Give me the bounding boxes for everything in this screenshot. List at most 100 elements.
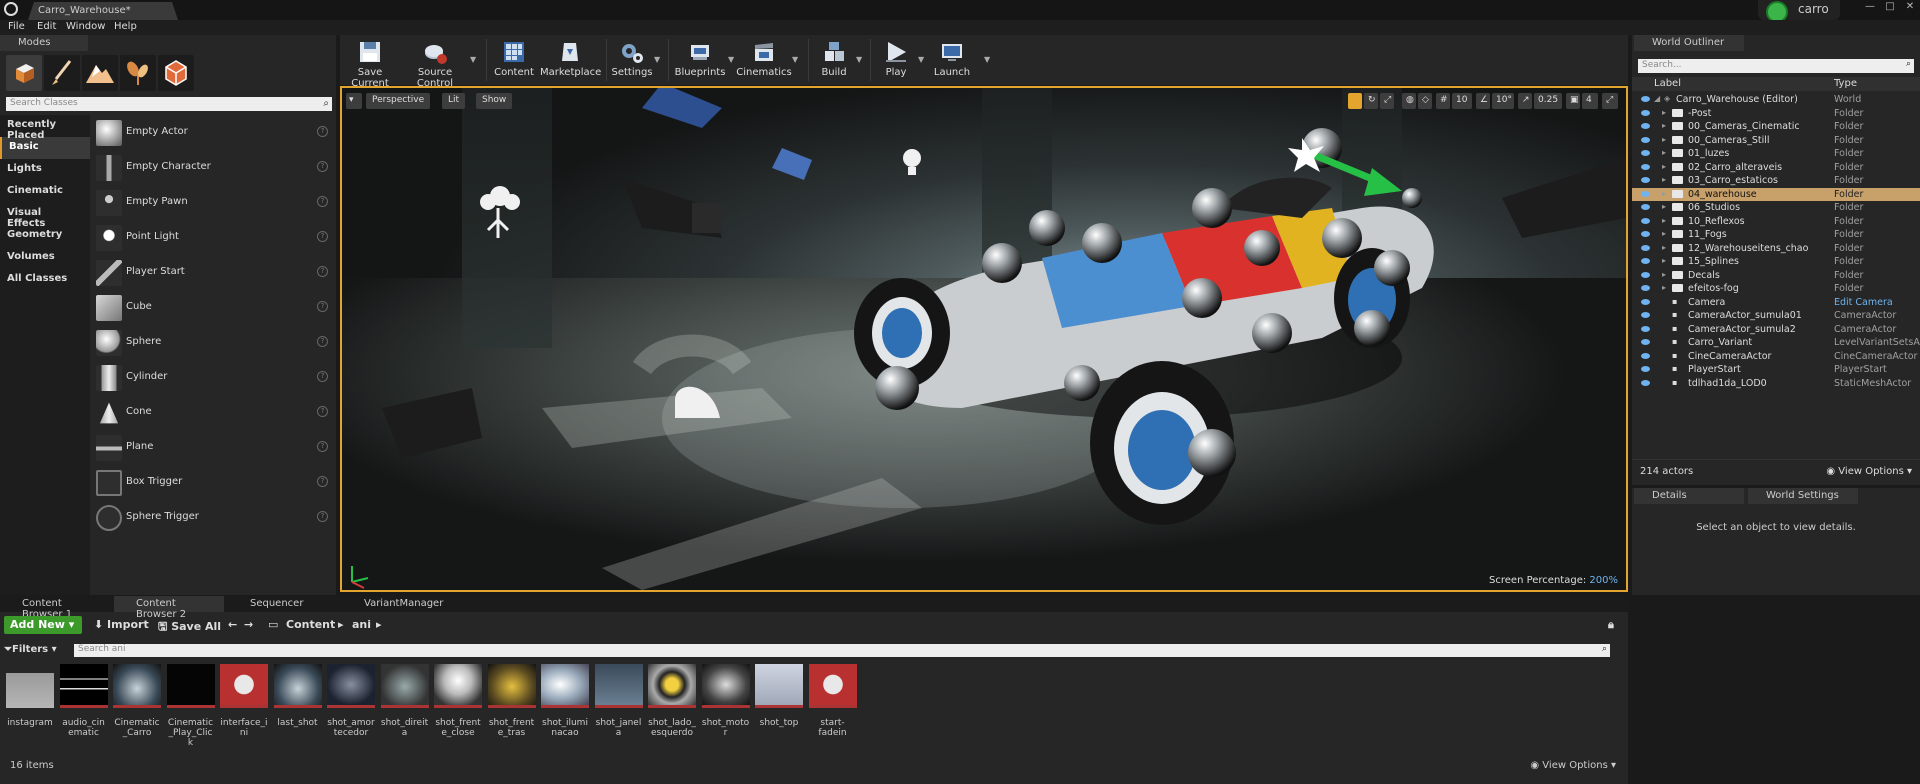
asset-tile[interactable]: shot_frente_close [434, 664, 482, 738]
outliner-view-options-button[interactable]: ◉ View Options ▾ [1826, 466, 1912, 477]
help-icon[interactable]: ? [317, 336, 328, 347]
asset-tile[interactable]: last_shot [273, 664, 322, 728]
actor-item-empty-actor[interactable]: Empty Actor ? [92, 115, 332, 150]
outliner-row[interactable]: ▪ tdlhad1da_LOD0 StaticMeshActor [1632, 377, 1920, 391]
expand-arrow-icon[interactable]: ▸ [1662, 270, 1666, 279]
rotation-snap-value[interactable]: 10° [1492, 93, 1514, 109]
actor-item-sphere-trigger[interactable]: Sphere Trigger ? [92, 500, 332, 535]
visibility-eye-icon[interactable] [1641, 352, 1650, 359]
asset-tile[interactable]: shot_direita [380, 664, 429, 738]
chevron-down-icon[interactable]: ▼ [792, 55, 798, 64]
help-icon[interactable]: ? [317, 231, 328, 242]
lock-icon[interactable]: 🔒︎ [1608, 618, 1614, 632]
rotation-snap-icon[interactable]: ∠ [1476, 93, 1490, 109]
visibility-eye-icon[interactable] [1641, 217, 1650, 224]
save-current-button[interactable]: Save Current [344, 35, 396, 89]
asset-tile[interactable]: instagram [6, 664, 54, 728]
expand-arrow-icon[interactable]: ▸ [1662, 162, 1666, 171]
help-icon[interactable]: ? [317, 511, 328, 522]
visibility-eye-icon[interactable] [1641, 244, 1650, 251]
outliner-row[interactable]: ▸ -Post Folder [1632, 107, 1920, 121]
actor-item-empty-character[interactable]: Empty Character ? [92, 150, 332, 185]
outliner-row[interactable]: ▸ 03_Carro_estaticos Folder [1632, 174, 1920, 188]
visibility-eye-icon[interactable] [1641, 379, 1650, 386]
expand-arrow-icon[interactable]: ▸ [1662, 108, 1666, 117]
chevron-down-icon[interactable]: ▼ [856, 55, 862, 64]
scale-tool-icon[interactable]: ⤢ [1380, 93, 1394, 109]
asset-tile[interactable]: shot_janela [594, 664, 643, 738]
maximize-viewport-icon[interactable]: ⤢ [1602, 93, 1618, 109]
outliner-row[interactable]: ▸ 04_warehouse Folder [1632, 187, 1920, 201]
grid-snap-icon[interactable]: # [1436, 93, 1450, 109]
expand-arrow-icon[interactable]: ▸ [1662, 202, 1666, 211]
menu-window[interactable]: Window [66, 21, 105, 32]
translate-tool-icon[interactable] [1348, 93, 1362, 109]
chevron-down-icon[interactable]: ▼ [654, 55, 660, 64]
expand-arrow-icon[interactable]: ▸ [1662, 243, 1666, 252]
asset-tile[interactable]: interface_ini [220, 664, 268, 738]
outliner-row[interactable]: ▪ CameraActor_sumula2 CameraActor [1632, 323, 1920, 337]
outliner-search-input[interactable]: Search... ⌕ [1638, 59, 1914, 73]
outliner-row[interactable]: ▪ PlayerStart PlayerStart [1632, 363, 1920, 377]
expand-arrow-icon[interactable]: ▸ [1662, 229, 1666, 238]
details-tab[interactable]: Details [1634, 488, 1744, 504]
asset-tile[interactable]: shot_frente_tras [487, 664, 536, 738]
chevron-down-icon[interactable]: ▼ [470, 55, 476, 64]
scale-snap-value[interactable]: 0.25 [1534, 93, 1562, 109]
tab-content-browser-2[interactable]: Content Browser 2 [114, 596, 224, 620]
outliner-row[interactable]: ▪ CameraActor_sumula01 CameraActor [1632, 309, 1920, 323]
source-control-button[interactable]: Source Control [402, 35, 468, 89]
outliner-row[interactable]: ▪ CineCameraActor CineCameraActor [1632, 350, 1920, 364]
edit-camera-link[interactable]: Edit Camera [1834, 297, 1893, 308]
search-classes-input[interactable]: Search Classes ⌕ [6, 97, 332, 111]
back-arrow-icon[interactable]: ← [228, 618, 237, 631]
menu-edit[interactable]: Edit [37, 21, 56, 32]
content-view-options-button[interactable]: ◉ View Options ▾ [1530, 760, 1616, 771]
asset-tile[interactable]: Cinematic_Carro [113, 664, 161, 738]
expand-arrow-icon[interactable]: ▸ [1662, 189, 1666, 198]
play-button[interactable]: Play [876, 35, 916, 85]
help-icon[interactable]: ? [317, 161, 328, 172]
chevron-down-icon[interactable]: ▼ [984, 55, 990, 64]
outliner-row[interactable]: ▸ 11_Fogs Folder [1632, 228, 1920, 242]
visibility-eye-icon[interactable] [1641, 339, 1650, 345]
help-icon[interactable]: ? [317, 196, 328, 207]
category-visual-effects[interactable]: Visual Effects [0, 203, 90, 229]
blueprints-button[interactable]: Blueprints [674, 35, 726, 85]
visibility-eye-icon[interactable] [1641, 298, 1650, 305]
category-lights[interactable]: Lights [0, 159, 90, 181]
visibility-eye-icon[interactable] [1641, 325, 1650, 332]
path-segment-ani[interactable]: ani [352, 618, 371, 631]
actor-item-point-light[interactable]: Point Light ? [92, 220, 332, 255]
content-button[interactable]: Content [492, 35, 536, 85]
add-new-button[interactable]: Add New ▾ [4, 616, 82, 634]
actor-item-cylinder[interactable]: Cylinder ? [92, 360, 332, 395]
user-badge[interactable]: carro [1758, 0, 1840, 23]
marketplace-button[interactable]: Marketplace [540, 35, 601, 85]
asset-tile[interactable]: start-fadein [808, 664, 857, 738]
landscape-mode-icon[interactable] [82, 55, 118, 91]
asset-tile[interactable]: shot_lado_esquerdo [648, 664, 696, 738]
label-column-header[interactable]: Label [1654, 78, 1681, 89]
visibility-eye-icon[interactable] [1641, 96, 1650, 102]
place-mode-icon[interactable] [6, 55, 42, 91]
outliner-row[interactable]: ▪ Camera Edit Camera [1632, 296, 1920, 310]
build-button[interactable]: Build [814, 35, 854, 85]
help-icon[interactable]: ? [317, 441, 328, 452]
save-all-button[interactable]: 🖫 Save All [158, 618, 221, 637]
grid-snap-value[interactable]: 10 [1452, 93, 1472, 109]
chevron-down-icon[interactable]: ▼ [918, 55, 924, 64]
outliner-row[interactable]: ▸ Decals Folder [1632, 269, 1920, 283]
menu-help[interactable]: Help [114, 21, 137, 32]
visibility-eye-icon[interactable] [1641, 163, 1650, 170]
type-column-header[interactable]: Type [1834, 78, 1857, 89]
expand-arrow-icon[interactable]: ▸ [1662, 283, 1666, 292]
actor-item-player-start[interactable]: Player Start ? [92, 255, 332, 290]
visibility-eye-icon[interactable] [1641, 136, 1650, 143]
world-outliner-tab[interactable]: World Outliner [1634, 35, 1744, 51]
actor-item-empty-pawn[interactable]: Empty Pawn ? [92, 185, 332, 220]
launch-button[interactable]: Launch [930, 35, 974, 85]
outliner-row[interactable]: ▸ 10_Reflexos Folder [1632, 215, 1920, 229]
outliner-row[interactable]: ▸ 00_Cameras_Cinematic Folder [1632, 120, 1920, 134]
visibility-eye-icon[interactable] [1641, 231, 1650, 237]
